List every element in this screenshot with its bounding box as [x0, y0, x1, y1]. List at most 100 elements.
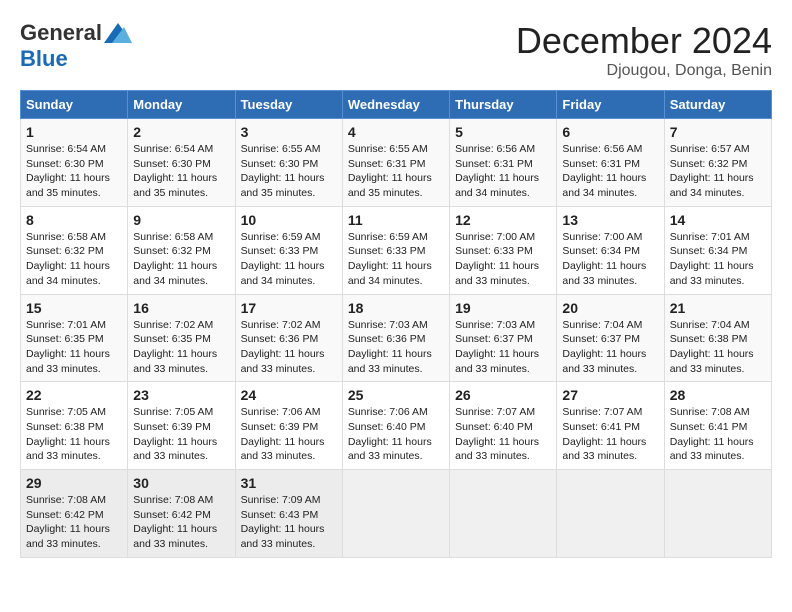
sunrise-label: Sunrise: 7:02 AM [133, 319, 213, 331]
calendar-cell: 21 Sunrise: 7:04 AM Sunset: 6:38 PM Dayl… [664, 294, 771, 382]
header-tuesday: Tuesday [235, 91, 342, 119]
calendar-cell: 23 Sunrise: 7:05 AM Sunset: 6:39 PM Dayl… [128, 382, 235, 470]
header-sunday: Sunday [21, 91, 128, 119]
day-number: 30 [133, 475, 229, 491]
day-number: 15 [26, 300, 122, 316]
sunrise-label: Sunrise: 6:58 AM [26, 231, 106, 243]
daylight-label: Daylight: 11 hours and 33 minutes. [670, 348, 754, 375]
sunrise-label: Sunrise: 7:01 AM [670, 231, 750, 243]
day-info: Sunrise: 6:56 AM Sunset: 6:31 PM Dayligh… [562, 142, 658, 201]
logo-general-text: General [20, 20, 102, 46]
calendar-cell: 3 Sunrise: 6:55 AM Sunset: 6:30 PM Dayli… [235, 119, 342, 207]
sunset-label: Sunset: 6:33 PM [348, 245, 426, 257]
day-info: Sunrise: 7:08 AM Sunset: 6:41 PM Dayligh… [670, 405, 766, 464]
daylight-label: Daylight: 11 hours and 33 minutes. [26, 523, 110, 550]
calendar-cell: 6 Sunrise: 6:56 AM Sunset: 6:31 PM Dayli… [557, 119, 664, 207]
sunset-label: Sunset: 6:42 PM [133, 509, 211, 521]
day-number: 31 [241, 475, 337, 491]
sunset-label: Sunset: 6:35 PM [133, 333, 211, 345]
day-number: 4 [348, 124, 444, 140]
sunset-label: Sunset: 6:36 PM [348, 333, 426, 345]
sunset-label: Sunset: 6:37 PM [455, 333, 533, 345]
daylight-label: Daylight: 11 hours and 33 minutes. [241, 348, 325, 375]
calendar-cell: 26 Sunrise: 7:07 AM Sunset: 6:40 PM Dayl… [450, 382, 557, 470]
day-number: 25 [348, 387, 444, 403]
calendar-cell: 11 Sunrise: 6:59 AM Sunset: 6:33 PM Dayl… [342, 206, 449, 294]
sunset-label: Sunset: 6:30 PM [241, 158, 319, 170]
calendar-cell: 10 Sunrise: 6:59 AM Sunset: 6:33 PM Dayl… [235, 206, 342, 294]
calendar-table: Sunday Monday Tuesday Wednesday Thursday… [20, 90, 772, 558]
calendar-header-row: Sunday Monday Tuesday Wednesday Thursday… [21, 91, 772, 119]
day-info: Sunrise: 7:03 AM Sunset: 6:37 PM Dayligh… [455, 318, 551, 377]
day-info: Sunrise: 6:59 AM Sunset: 6:33 PM Dayligh… [241, 230, 337, 289]
day-info: Sunrise: 7:02 AM Sunset: 6:36 PM Dayligh… [241, 318, 337, 377]
sunset-label: Sunset: 6:30 PM [133, 158, 211, 170]
daylight-label: Daylight: 11 hours and 35 minutes. [241, 172, 325, 199]
calendar-cell: 20 Sunrise: 7:04 AM Sunset: 6:37 PM Dayl… [557, 294, 664, 382]
sunrise-label: Sunrise: 7:03 AM [348, 319, 428, 331]
day-number: 22 [26, 387, 122, 403]
day-info: Sunrise: 6:57 AM Sunset: 6:32 PM Dayligh… [670, 142, 766, 201]
day-info: Sunrise: 7:00 AM Sunset: 6:33 PM Dayligh… [455, 230, 551, 289]
daylight-label: Daylight: 11 hours and 34 minutes. [133, 260, 217, 287]
day-info: Sunrise: 7:03 AM Sunset: 6:36 PM Dayligh… [348, 318, 444, 377]
sunset-label: Sunset: 6:40 PM [455, 421, 533, 433]
day-info: Sunrise: 6:56 AM Sunset: 6:31 PM Dayligh… [455, 142, 551, 201]
day-number: 19 [455, 300, 551, 316]
sunrise-label: Sunrise: 6:58 AM [133, 231, 213, 243]
day-info: Sunrise: 6:55 AM Sunset: 6:30 PM Dayligh… [241, 142, 337, 201]
sunrise-label: Sunrise: 6:55 AM [241, 143, 321, 155]
daylight-label: Daylight: 11 hours and 33 minutes. [348, 348, 432, 375]
sunset-label: Sunset: 6:41 PM [562, 421, 640, 433]
day-number: 12 [455, 212, 551, 228]
calendar-week-row: 15 Sunrise: 7:01 AM Sunset: 6:35 PM Dayl… [21, 294, 772, 382]
daylight-label: Daylight: 11 hours and 33 minutes. [241, 436, 325, 463]
calendar-cell: 16 Sunrise: 7:02 AM Sunset: 6:35 PM Dayl… [128, 294, 235, 382]
day-info: Sunrise: 7:07 AM Sunset: 6:40 PM Dayligh… [455, 405, 551, 464]
day-number: 1 [26, 124, 122, 140]
calendar-cell [342, 470, 449, 558]
sunset-label: Sunset: 6:40 PM [348, 421, 426, 433]
calendar-cell: 15 Sunrise: 7:01 AM Sunset: 6:35 PM Dayl… [21, 294, 128, 382]
day-number: 11 [348, 212, 444, 228]
calendar-cell: 22 Sunrise: 7:05 AM Sunset: 6:38 PM Dayl… [21, 382, 128, 470]
sunrise-label: Sunrise: 7:06 AM [348, 406, 428, 418]
daylight-label: Daylight: 11 hours and 33 minutes. [562, 436, 646, 463]
calendar-cell: 31 Sunrise: 7:09 AM Sunset: 6:43 PM Dayl… [235, 470, 342, 558]
sunrise-label: Sunrise: 6:54 AM [133, 143, 213, 155]
calendar-cell [664, 470, 771, 558]
sunrise-label: Sunrise: 7:00 AM [562, 231, 642, 243]
sunset-label: Sunset: 6:43 PM [241, 509, 319, 521]
daylight-label: Daylight: 11 hours and 35 minutes. [133, 172, 217, 199]
day-info: Sunrise: 7:05 AM Sunset: 6:39 PM Dayligh… [133, 405, 229, 464]
day-info: Sunrise: 7:04 AM Sunset: 6:37 PM Dayligh… [562, 318, 658, 377]
calendar-week-row: 29 Sunrise: 7:08 AM Sunset: 6:42 PM Dayl… [21, 470, 772, 558]
day-number: 2 [133, 124, 229, 140]
day-info: Sunrise: 7:02 AM Sunset: 6:35 PM Dayligh… [133, 318, 229, 377]
daylight-label: Daylight: 11 hours and 34 minutes. [26, 260, 110, 287]
day-number: 6 [562, 124, 658, 140]
calendar-cell: 12 Sunrise: 7:00 AM Sunset: 6:33 PM Dayl… [450, 206, 557, 294]
sunset-label: Sunset: 6:38 PM [670, 333, 748, 345]
calendar-week-row: 22 Sunrise: 7:05 AM Sunset: 6:38 PM Dayl… [21, 382, 772, 470]
sunset-label: Sunset: 6:32 PM [26, 245, 104, 257]
day-number: 9 [133, 212, 229, 228]
calendar-cell: 8 Sunrise: 6:58 AM Sunset: 6:32 PM Dayli… [21, 206, 128, 294]
calendar-cell: 25 Sunrise: 7:06 AM Sunset: 6:40 PM Dayl… [342, 382, 449, 470]
sunset-label: Sunset: 6:37 PM [562, 333, 640, 345]
calendar-cell: 13 Sunrise: 7:00 AM Sunset: 6:34 PM Dayl… [557, 206, 664, 294]
location-subtitle: Djougou, Donga, Benin [516, 62, 772, 80]
sunset-label: Sunset: 6:30 PM [26, 158, 104, 170]
sunset-label: Sunset: 6:41 PM [670, 421, 748, 433]
sunset-label: Sunset: 6:31 PM [348, 158, 426, 170]
header-wednesday: Wednesday [342, 91, 449, 119]
daylight-label: Daylight: 11 hours and 34 minutes. [241, 260, 325, 287]
day-number: 7 [670, 124, 766, 140]
day-number: 28 [670, 387, 766, 403]
sunrise-label: Sunrise: 6:55 AM [348, 143, 428, 155]
day-info: Sunrise: 7:06 AM Sunset: 6:40 PM Dayligh… [348, 405, 444, 464]
sunrise-label: Sunrise: 6:56 AM [562, 143, 642, 155]
sunrise-label: Sunrise: 7:04 AM [562, 319, 642, 331]
sunset-label: Sunset: 6:31 PM [562, 158, 640, 170]
calendar-cell: 7 Sunrise: 6:57 AM Sunset: 6:32 PM Dayli… [664, 119, 771, 207]
